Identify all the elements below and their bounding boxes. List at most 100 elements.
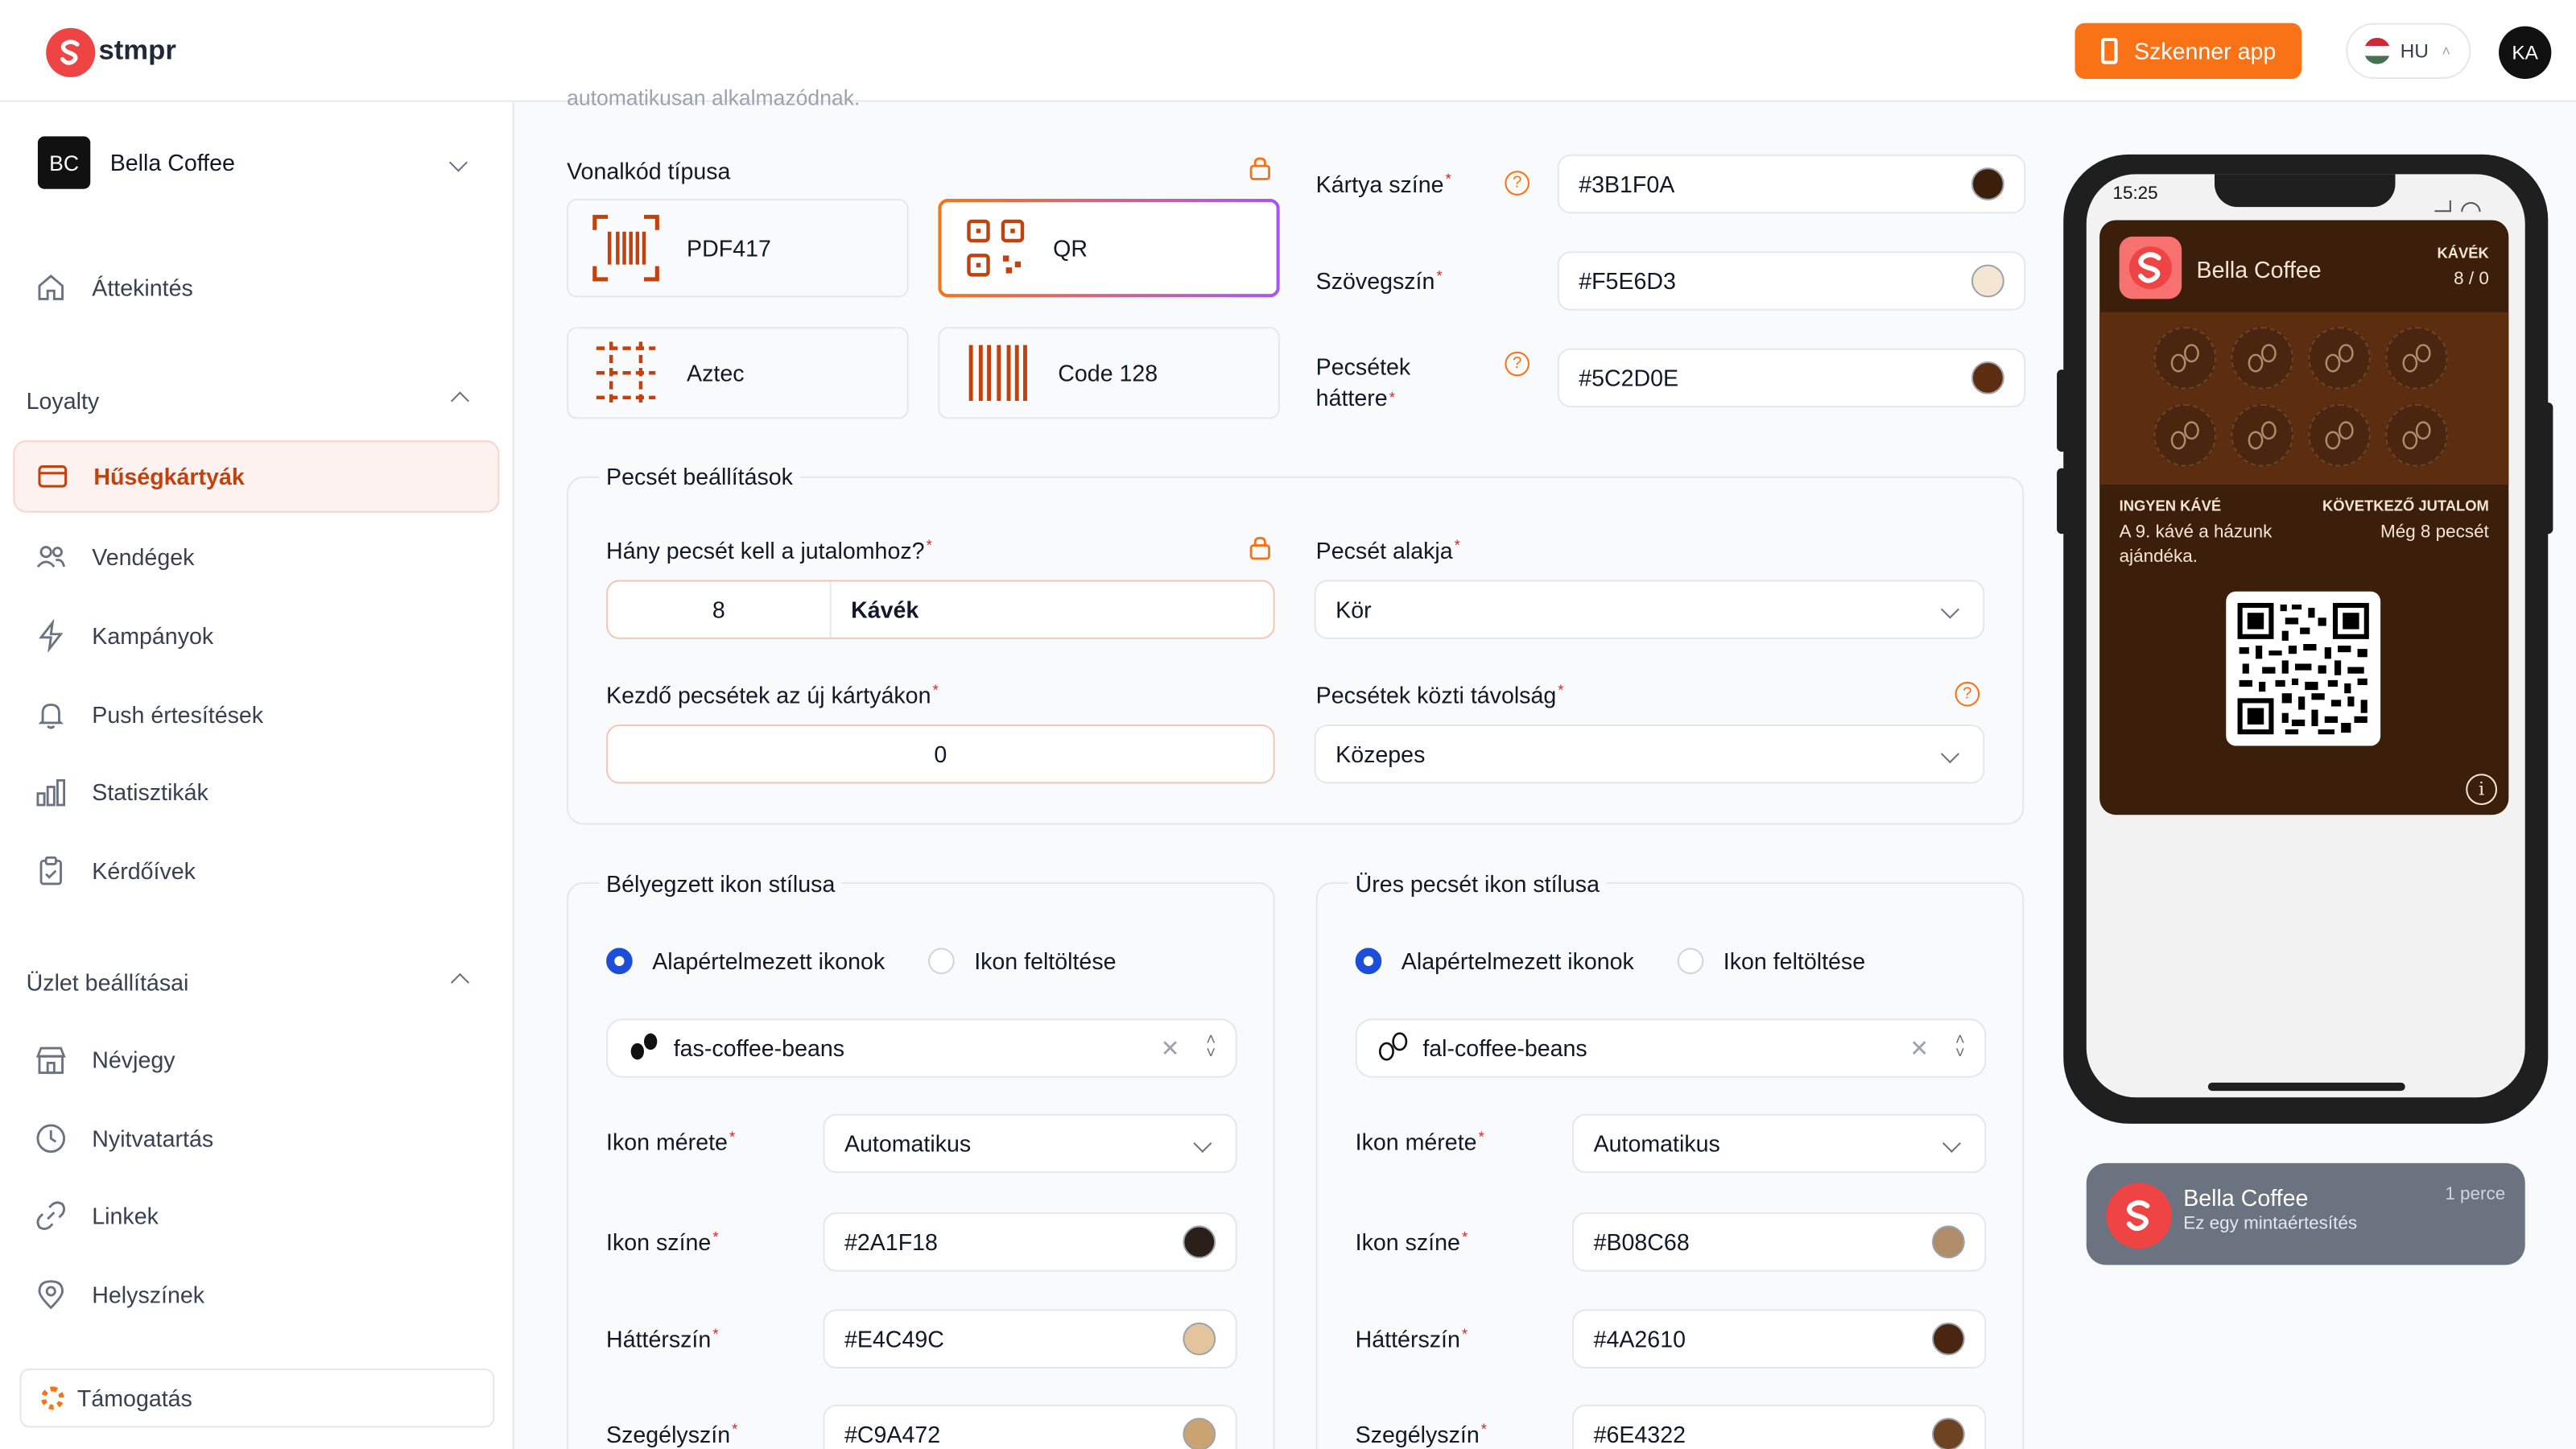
sidebar-item-campaigns[interactable]: Kampányok [13,600,499,672]
color-swatch[interactable] [1183,1322,1216,1356]
empty-icon-picker[interactable]: fal-coffee-beans ✕ ˄ ˅ [1355,1018,1987,1078]
bg-color-input[interactable]: #E4C49C [823,1309,1237,1368]
sidebar-item-locations[interactable]: Helyszínek [13,1258,499,1331]
sidebar-item-overview[interactable]: Áttekintés [13,251,499,324]
color-swatch[interactable] [1183,1225,1216,1259]
barcode-type-label: Vonalkód típusa [567,157,731,184]
color-swatch[interactable] [1183,1418,1216,1449]
radio-label: Alapértelmezett ikonok [652,947,886,975]
border-color-value: #6E4322 [1593,1421,1686,1447]
icon-size-select[interactable]: Automatikus [823,1113,1237,1174]
icon-color-input[interactable]: #2A1F18 [823,1212,1237,1272]
stamp-count-value: 8 [608,581,832,638]
sidebar-item-surveys[interactable]: Kérdőívek [13,835,499,907]
help-icon[interactable]: ? [1505,351,1530,377]
stamps-bg-label-line2: háttere [1316,385,1395,411]
barcode-option-label: PDF417 [687,234,771,262]
help-icon[interactable]: ? [1505,171,1530,196]
clear-icon[interactable]: ✕ [1909,1034,1929,1063]
barcode-option-qr[interactable]: QR [938,199,1279,297]
clear-icon[interactable]: ✕ [1161,1034,1180,1063]
icon-size-value: Automatikus [1593,1130,1720,1157]
border-color-input[interactable]: #6E4322 [1572,1404,1987,1449]
chevron-up-icon [450,972,469,992]
chevron-up-icon: ˄ [2442,43,2451,60]
icon-size-select[interactable]: Automatikus [1572,1113,1987,1174]
bg-color-value: #E4C49C [844,1325,944,1352]
help-icon[interactable]: ? [1955,681,1980,707]
stamps-bg-input[interactable]: #5C2D0E [1557,348,2026,408]
text-color-label: Szövegszín [1316,268,1443,295]
barcode-option-label: Aztec [687,359,745,386]
clock-icon [33,1121,69,1157]
sidebar-item-links[interactable]: Linkek [13,1179,499,1252]
phone-time: 15:25 [2112,184,2158,204]
color-swatch[interactable] [1931,1322,1965,1356]
business-switcher[interactable]: BC Bella Coffee [37,134,478,190]
clipboard-icon [33,852,69,889]
icon-value: fas-coffee-beans [673,1034,845,1062]
loyalty-section-toggle[interactable]: Loyalty [27,388,486,414]
radio-label: Ikon feltöltése [974,947,1117,975]
empty-icon-title: Üres pecsét ikon stílusa [1348,870,1607,898]
text-color-input[interactable]: #F5E6D3 [1557,251,2026,311]
logo-icon[interactable] [46,27,96,77]
info-icon[interactable]: i [2466,774,2498,805]
business-name: Bella Coffee [109,149,235,176]
updown-icon[interactable]: ˄ ˅ [1206,1033,1216,1063]
phone-notch [2214,174,2396,208]
sidebar-item-statistics[interactable]: Statisztikák [13,756,499,828]
aztec-barcode-icon [596,341,656,405]
user-avatar[interactable]: KA [2499,26,2552,79]
sidebar-item-push[interactable]: Push értesítések [13,679,499,751]
color-swatch[interactable] [1971,264,2004,298]
bg-color-input[interactable]: #4A2610 [1572,1309,1987,1368]
stamped-icon-picker[interactable]: fas-coffee-beans ✕ ˄ ˅ [606,1018,1237,1078]
color-swatch[interactable] [1971,361,2004,394]
radio-default-icons[interactable] [1355,947,1382,975]
initial-stamps-input[interactable]: 0 [606,724,1275,784]
color-swatch[interactable] [1931,1418,1965,1449]
support-button[interactable]: Támogatás [19,1368,495,1428]
empty-stamp-icon [2308,327,2371,390]
radio-upload-icon[interactable] [928,947,955,975]
sidebar-item-label: Névjegy [92,1046,175,1073]
reward-text-line1: A 9. kávé a házunk [2119,522,2273,543]
barcode-option-pdf417[interactable]: PDF417 [567,198,909,298]
sidebar-item-opening-hours[interactable]: Nyitvatartás [13,1102,499,1174]
coffee-beans-outline-icon [1377,1031,1410,1066]
store-settings-section-toggle[interactable]: Üzlet beállításai [27,969,486,996]
sidebar-item-label: Vendégek [92,543,195,571]
stamps-grid [2153,327,2466,467]
barcode-option-code128[interactable]: Code 128 [938,327,1280,419]
updown-icon[interactable]: ˄ ˅ [1955,1033,1965,1063]
stamp-shape-value: Kör [1335,596,1372,623]
language-selector[interactable]: HU ˄ [2346,23,2471,79]
border-color-input[interactable]: #C9A472 [823,1404,1237,1449]
stamp-spacing-value: Közepes [1335,741,1426,768]
card-color-input[interactable]: #3B1F0A [1557,154,2026,214]
phone-icon [2101,37,2118,64]
bg-color-label: Háttérszín [606,1326,718,1352]
sidebar-item-about[interactable]: Névjegy [13,1023,499,1096]
color-swatch[interactable] [1971,167,2004,200]
icon-color-label: Ikon színe [606,1229,718,1256]
logo-text[interactable]: stmpr [98,35,175,68]
radio-label: Alapértelmezett ikonok [1401,947,1634,975]
sidebar-item-guests[interactable]: Vendégek [13,521,499,593]
stamp-shape-select[interactable]: Kör [1314,580,1985,639]
barcode-option-aztec[interactable]: Aztec [567,327,909,419]
empty-stamp-icon [2385,404,2448,467]
scanner-app-button[interactable]: Szkenner app [2074,23,2302,79]
stamp-spacing-select[interactable]: Közepes [1314,724,1985,784]
icon-color-input[interactable]: #B08C68 [1572,1212,1987,1272]
icon-color-value: #2A1F18 [844,1228,938,1256]
radio-default-icons[interactable] [606,947,633,975]
color-swatch[interactable] [1931,1225,1965,1259]
chevron-down-icon [1942,1133,1962,1153]
code128-barcode-icon [968,345,1027,401]
stamp-count-input[interactable]: 8 Kávék [606,580,1275,639]
radio-upload-icon[interactable] [1677,947,1704,975]
sidebar-item-loyalty-cards[interactable]: Hűségkártyák [13,440,500,513]
stamp-settings-title: Pecsét beállítások [599,463,800,490]
